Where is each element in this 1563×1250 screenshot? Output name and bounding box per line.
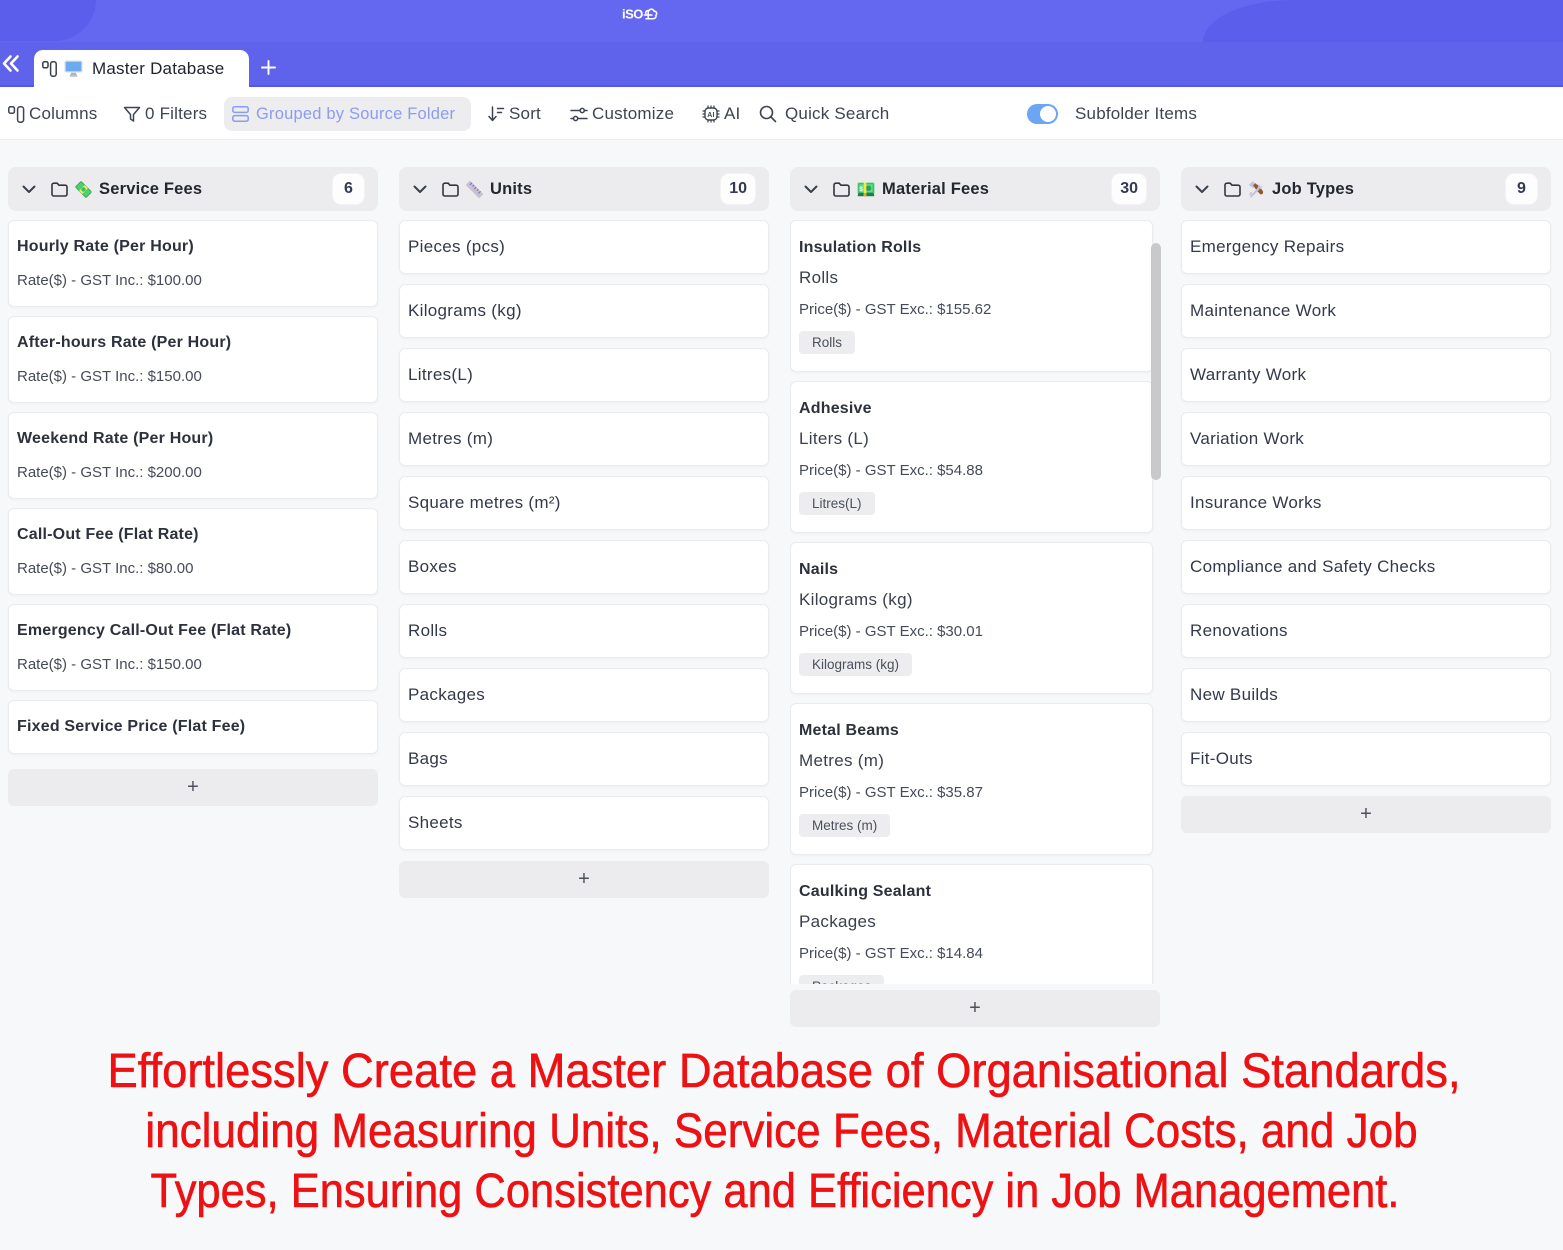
svg-text:iSO: iSO bbox=[622, 7, 643, 22]
svg-text:$: $ bbox=[859, 186, 863, 193]
svg-text:AI: AI bbox=[707, 112, 714, 119]
